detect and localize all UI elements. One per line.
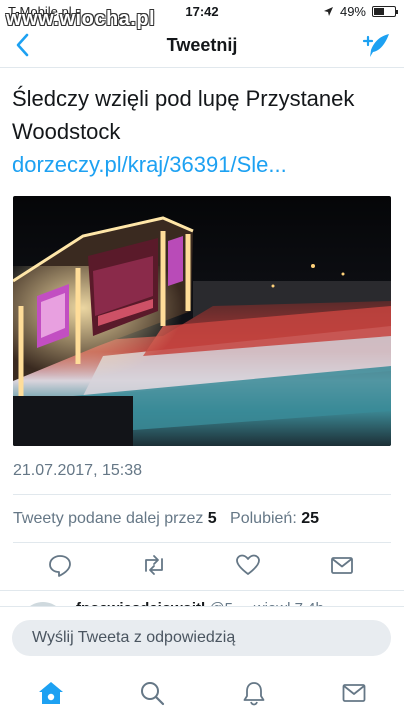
divider [13,542,391,543]
likes-label[interactable]: Polubień: [230,510,297,527]
tweet-stats: Tweety podane dalej przez 5 Polubień: 25 [13,510,319,528]
tweet-link[interactable]: dorzeczy.pl/kraj/36391/Sle... [12,148,392,181]
tweet-actions [0,552,404,582]
home-icon[interactable] [38,680,64,706]
concert-photo [13,196,391,446]
messages-mail-icon[interactable] [341,680,367,706]
battery-icon [372,6,398,17]
location-arrow-icon [323,7,333,16]
battery-fill [374,8,384,15]
reply-input[interactable]: Wyślij Tweeta z odpowiedzią [12,620,391,656]
notifications-bell-icon[interactable] [241,680,267,706]
tweet-text: Śledczy wzięli pod lupę Przystanek Woods… [12,86,355,144]
retweets-count[interactable]: 5 [208,510,217,527]
page-title: Tweetnij [166,35,238,55]
compose-tweet-icon[interactable] [360,30,392,60]
reply-bar: Wyślij Tweeta z odpowiedzią [0,606,404,666]
tweet-image[interactable] [13,196,391,446]
retweets-label[interactable]: Tweety podane dalej przez [13,510,203,527]
retweet-icon[interactable] [141,552,167,578]
heart-icon[interactable] [235,552,261,578]
tab-bar [0,666,404,720]
tweet-timestamp: 21.07.2017, 15:38 [13,462,143,479]
search-icon[interactable] [139,680,165,706]
likes-count[interactable]: 25 [301,510,319,527]
battery-percent: 49% [339,4,366,19]
divider [13,494,391,495]
status-right: 49% [323,4,398,19]
tweet-body: Śledczy wzięli pod lupę Przystanek Woods… [12,82,392,181]
nav-bar: Tweetnij [0,22,404,68]
share-mail-icon[interactable] [329,552,355,578]
reply-icon[interactable] [47,552,73,578]
